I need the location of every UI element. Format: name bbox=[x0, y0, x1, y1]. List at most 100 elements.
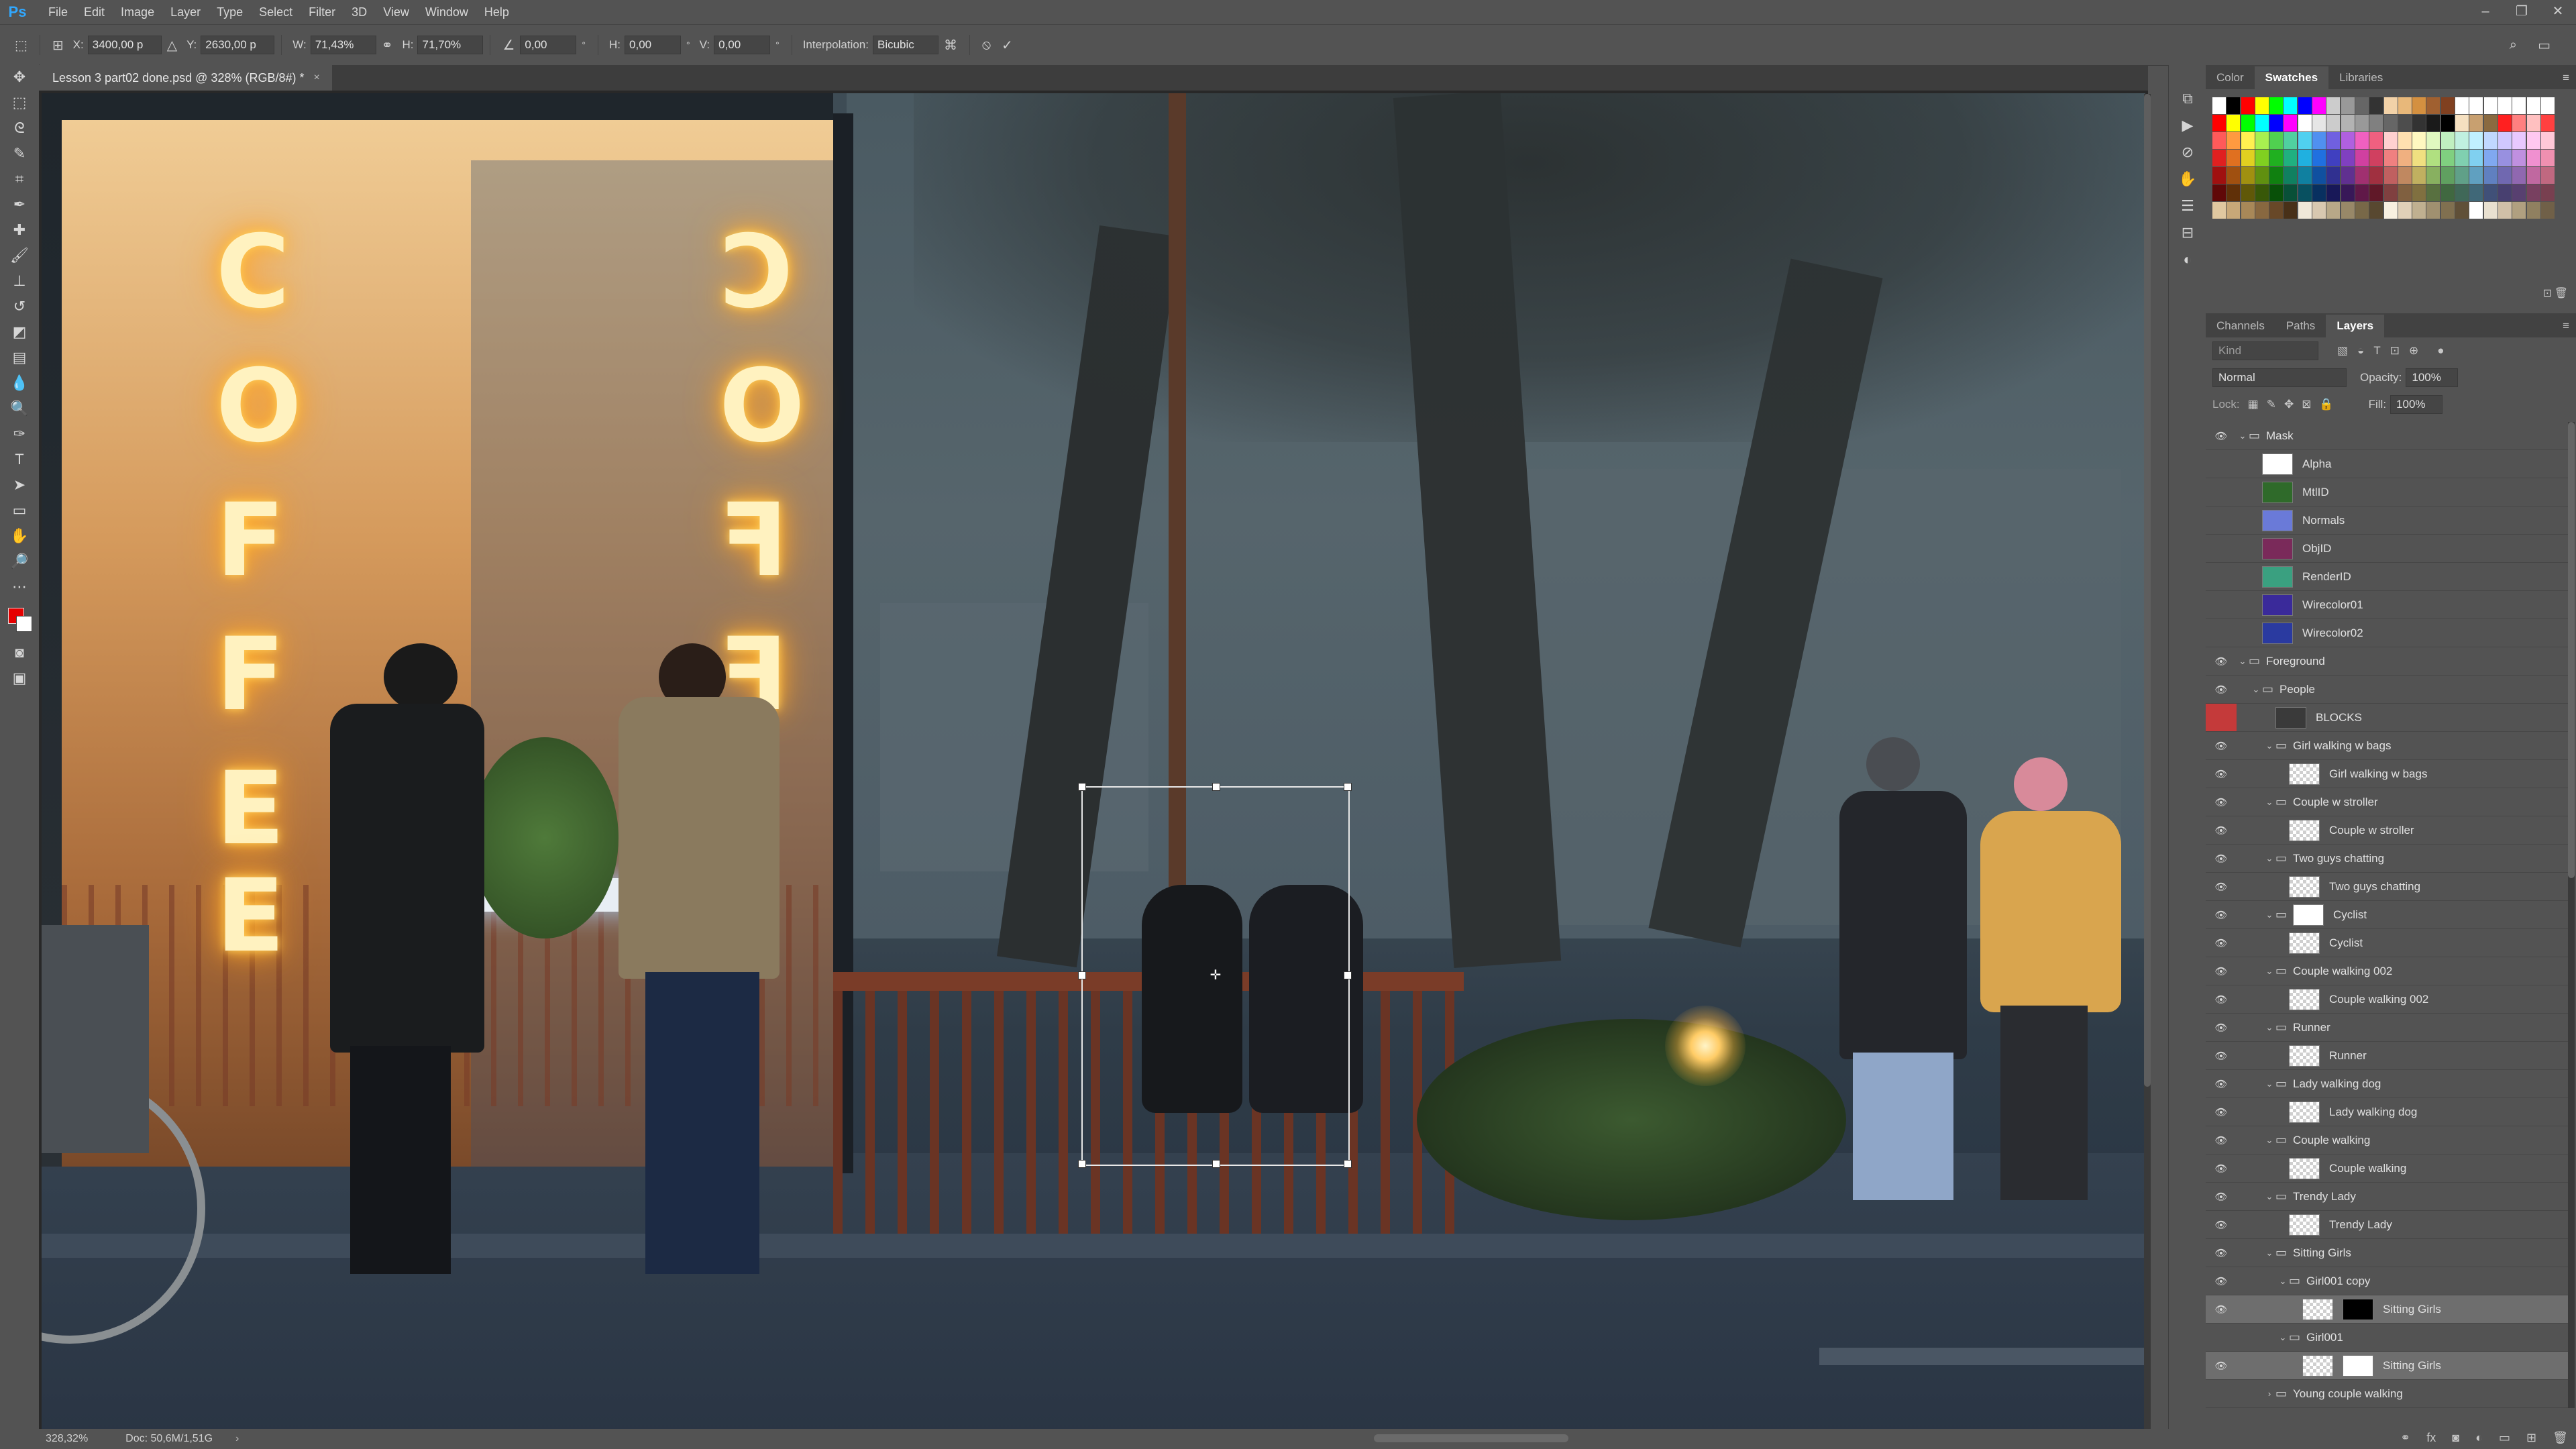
layer-group-row[interactable]: 👁 ⌄ ▭ Lady walking dog bbox=[2206, 1070, 2568, 1098]
color-swatch[interactable] bbox=[2440, 97, 2455, 114]
layer-group-row[interactable]: 👁 ⌄ ▭ Runner bbox=[2206, 1014, 2568, 1042]
color-swatch[interactable] bbox=[2255, 184, 2269, 201]
color-swatch[interactable] bbox=[2426, 167, 2440, 184]
blur-tool-icon[interactable]: 💧 bbox=[0, 370, 39, 396]
color-swatch[interactable] bbox=[2412, 150, 2426, 166]
color-swatch[interactable] bbox=[2512, 167, 2526, 184]
layer-group-row[interactable]: 👁 ⌄ ▭ Cyclist bbox=[2206, 901, 2568, 929]
brush-tool-icon[interactable]: 🖌 bbox=[0, 243, 39, 268]
document-tab[interactable]: Lesson 3 part02 done.psd @ 328% (RGB/8#)… bbox=[39, 65, 332, 91]
color-swatch[interactable] bbox=[2226, 167, 2241, 184]
color-swatch[interactable] bbox=[2398, 150, 2412, 166]
menu-window[interactable]: Window bbox=[417, 0, 476, 24]
color-swatch[interactable] bbox=[2412, 97, 2426, 114]
visibility-eye-icon[interactable]: 👁 bbox=[2206, 1078, 2237, 1090]
color-swatch[interactable] bbox=[2398, 167, 2412, 184]
color-swatch[interactable] bbox=[2383, 150, 2398, 166]
menu-image[interactable]: Image bbox=[113, 0, 162, 24]
minimize-button[interactable]: – bbox=[2467, 0, 2504, 24]
visibility-eye-icon[interactable]: 👁 bbox=[2206, 430, 2237, 442]
warp-icon[interactable]: ⌘ bbox=[938, 37, 963, 54]
color-swatch[interactable] bbox=[2312, 184, 2326, 201]
document-canvas[interactable]: C O F F E E C O F F ✛ bbox=[42, 93, 2145, 1429]
color-swatch[interactable] bbox=[2426, 97, 2440, 114]
color-swatch[interactable] bbox=[2498, 184, 2512, 201]
menu-edit[interactable]: Edit bbox=[76, 0, 113, 24]
color-swatch[interactable] bbox=[2540, 202, 2555, 219]
delta-icon[interactable]: △ bbox=[162, 37, 182, 54]
color-swatch[interactable] bbox=[2284, 97, 2298, 114]
chevron-down-icon[interactable]: ⌄ bbox=[2263, 1191, 2275, 1202]
color-swatch[interactable] bbox=[2483, 150, 2498, 166]
layers-scrollbar[interactable] bbox=[2568, 422, 2575, 1408]
color-swatch[interactable] bbox=[2455, 167, 2469, 184]
panel-menu-icon[interactable]: ≡ bbox=[2556, 66, 2576, 89]
background-color[interactable] bbox=[16, 616, 32, 632]
layer-thumbnail[interactable] bbox=[2262, 453, 2293, 475]
layer-thumbnail[interactable] bbox=[2262, 566, 2293, 588]
color-swatch[interactable] bbox=[2226, 202, 2241, 219]
visibility-eye-icon[interactable]: 👁 bbox=[2206, 853, 2237, 865]
color-swatch[interactable] bbox=[2412, 132, 2426, 149]
color-swatch[interactable] bbox=[2212, 97, 2226, 114]
color-swatch[interactable] bbox=[2241, 184, 2255, 201]
color-swatch[interactable] bbox=[2498, 115, 2512, 131]
visibility-eye-icon[interactable]: 👁 bbox=[2206, 965, 2237, 977]
color-swatch[interactable] bbox=[2540, 132, 2555, 149]
color-swatch[interactable] bbox=[2326, 97, 2341, 114]
color-swatch[interactable] bbox=[2355, 184, 2369, 201]
layer-group-row[interactable]: 👁 ⌄ ▭ People bbox=[2206, 676, 2568, 704]
layer-row[interactable]: 👁 Lady walking dog bbox=[2206, 1098, 2568, 1126]
chevron-down-icon[interactable]: ⌄ bbox=[2263, 966, 2275, 977]
color-swatch[interactable] bbox=[2212, 184, 2226, 201]
transform-handle[interactable] bbox=[1344, 783, 1352, 791]
color-swatch[interactable] bbox=[2398, 97, 2412, 114]
healing-brush-tool-icon[interactable]: ✚ bbox=[0, 217, 39, 243]
layer-row[interactable]: 👁 Two guys chatting bbox=[2206, 873, 2568, 901]
color-swatch[interactable] bbox=[2483, 167, 2498, 184]
color-swatch[interactable] bbox=[2241, 150, 2255, 166]
color-swatch[interactable] bbox=[2512, 115, 2526, 131]
layer-mask-thumbnail[interactable] bbox=[2343, 1354, 2373, 1377]
layer-style-icon[interactable]: fx bbox=[2418, 1431, 2444, 1445]
color-swatch[interactable] bbox=[2383, 202, 2398, 219]
color-swatch[interactable] bbox=[2241, 167, 2255, 184]
canvas-vertical-scrollbar[interactable] bbox=[2144, 94, 2151, 1429]
color-swatch[interactable] bbox=[2469, 202, 2483, 219]
adjustment-layer-icon[interactable]: ◐ bbox=[2467, 1431, 2491, 1445]
color-swatch[interactable] bbox=[2398, 115, 2412, 131]
color-swatch[interactable] bbox=[2412, 202, 2426, 219]
layer-thumbnail[interactable] bbox=[2262, 594, 2293, 616]
cancel-transform-icon[interactable]: ⦸ bbox=[977, 38, 996, 53]
color-swatch[interactable] bbox=[2398, 132, 2412, 149]
menu-3d[interactable]: 3D bbox=[343, 0, 375, 24]
visibility-eye-icon[interactable]: 👁 bbox=[2206, 543, 2237, 555]
visibility-eye-icon[interactable]: 👁 bbox=[2206, 1360, 2237, 1372]
color-swatch[interactable] bbox=[2212, 132, 2226, 149]
color-swatch[interactable] bbox=[2369, 115, 2383, 131]
color-swatch[interactable] bbox=[2269, 132, 2284, 149]
layer-thumbnail[interactable] bbox=[2289, 988, 2320, 1010]
color-swatch[interactable] bbox=[2212, 167, 2226, 184]
visibility-eye-icon[interactable]: 👁 bbox=[2206, 1050, 2237, 1062]
transform-handle[interactable] bbox=[1078, 971, 1086, 979]
color-swatch[interactable] bbox=[2398, 202, 2412, 219]
layer-group-row[interactable]: 👁 ⌄ ▭ Couple walking 002 bbox=[2206, 957, 2568, 985]
color-swatch[interactable] bbox=[2226, 132, 2241, 149]
layer-thumbnail[interactable] bbox=[2289, 1101, 2320, 1123]
chevron-down-icon[interactable]: ⌄ bbox=[2263, 741, 2275, 751]
visibility-eye-icon[interactable]: 👁 bbox=[2206, 740, 2237, 752]
transform-handle[interactable] bbox=[1078, 783, 1086, 791]
color-swatch[interactable] bbox=[2312, 115, 2326, 131]
visibility-eye-icon[interactable]: 👁 bbox=[2206, 1191, 2237, 1203]
color-swatch[interactable] bbox=[2326, 184, 2341, 201]
visibility-eye-icon[interactable]: 👁 bbox=[2206, 1275, 2237, 1287]
color-swatch[interactable] bbox=[2269, 167, 2284, 184]
pen-tool-icon[interactable]: ✑ bbox=[0, 421, 39, 447]
color-swatch[interactable] bbox=[2355, 167, 2369, 184]
color-swatch[interactable] bbox=[2426, 184, 2440, 201]
color-swatch[interactable] bbox=[2369, 150, 2383, 166]
color-swatch[interactable] bbox=[2298, 150, 2312, 166]
chevron-down-icon[interactable]: ⌄ bbox=[2263, 853, 2275, 864]
workspace-icon[interactable]: ▭ bbox=[2532, 37, 2556, 54]
